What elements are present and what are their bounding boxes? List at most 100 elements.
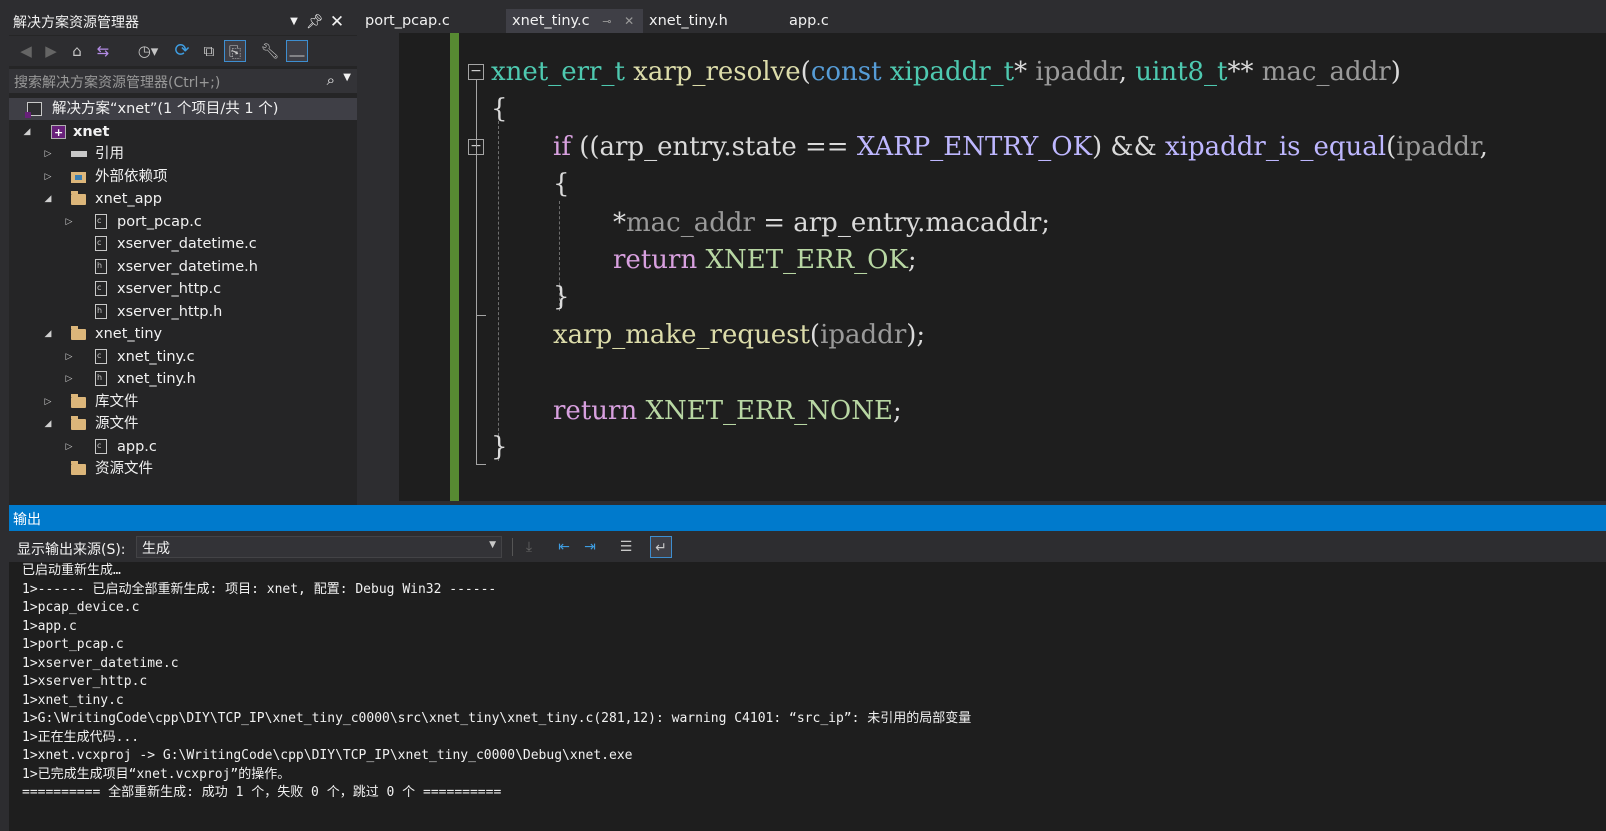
expanded-arrow-icon[interactable]: ◢: [42, 413, 54, 435]
output-line: ========== 全部重新生成: 成功 1 个，失败 0 个，跳过 0 个 …: [22, 785, 502, 800]
go-to-message-icon[interactable]: ⤓: [518, 536, 540, 558]
clear-all-icon[interactable]: ☰: [615, 536, 637, 558]
tree-folder-source-files[interactable]: ◢ 源文件: [9, 413, 357, 435]
code-token: *: [613, 208, 626, 238]
output-line: 1>app.c: [22, 618, 77, 634]
code-token: return: [553, 396, 638, 426]
tree-label: xserver_datetime.c: [117, 236, 257, 252]
tree-label: 外部依赖项: [95, 169, 168, 185]
output-text-area[interactable]: 已启动重新生成… 1>------ 已启动全部重新生成: 项目: xnet, 配…: [9, 562, 1606, 831]
tab-xnet-tiny-c[interactable]: xnet_tiny.c ⊸ ✕: [506, 9, 643, 33]
tree-file-xserver-datetime-h[interactable]: xserver_datetime.h: [9, 256, 357, 278]
word-wrap-icon[interactable]: ↵: [650, 536, 672, 558]
code-token: XARP_ENTRY_OK: [856, 132, 1093, 162]
tree-file-xserver-http-c[interactable]: xserver_http.c: [9, 278, 357, 300]
preview-icon[interactable]: ⎼: [286, 40, 308, 62]
tree-label: xnet_tiny.h: [117, 371, 196, 387]
previous-message-icon[interactable]: ⇤: [553, 536, 575, 558]
expanded-arrow-icon[interactable]: ◢: [42, 323, 54, 345]
external-dependencies-icon: [71, 172, 86, 183]
tab-label: app.c: [789, 13, 829, 29]
code-editor[interactable]: − − xnet_err_t xarp_resolve(const xipadd…: [357, 33, 1606, 501]
code-token: ipaddr: [1035, 57, 1119, 87]
tree-file-xserver-datetime-c[interactable]: xserver_datetime.c: [9, 233, 357, 255]
tree-folder-xnet-tiny[interactable]: ◢ xnet_tiny: [9, 323, 357, 345]
collapsed-arrow-icon[interactable]: ▷: [63, 346, 75, 368]
tab-label: xnet_tiny.c: [512, 13, 590, 29]
expanded-arrow-icon[interactable]: ◢: [21, 121, 33, 143]
tree-file-xnet-tiny-h[interactable]: ▷ xnet_tiny.h: [9, 368, 357, 390]
folder-icon: [71, 461, 86, 475]
output-line: 1>正在生成代码...: [22, 729, 140, 745]
properties-icon[interactable]: 🔧︎: [259, 40, 281, 62]
tree-references[interactable]: ▷ 引用: [9, 143, 357, 165]
collapsed-arrow-icon[interactable]: ▷: [63, 368, 75, 390]
home-icon[interactable]: ⌂: [66, 40, 88, 62]
tree-file-xserver-http-h[interactable]: xserver_http.h: [9, 301, 357, 323]
folder-icon: [71, 416, 86, 430]
tree-project-xnet[interactable]: ◢ xnet: [9, 121, 357, 144]
collapsed-arrow-icon[interactable]: ▷: [42, 166, 54, 188]
folder-icon: [71, 326, 86, 340]
code-line-5: *mac_addr = arp_entry.macaddr;: [613, 206, 1050, 240]
tab-app-c[interactable]: app.c: [782, 9, 882, 33]
collapsed-arrow-icon[interactable]: ▷: [63, 211, 75, 233]
output-line: 1>xnet_tiny.c: [22, 692, 124, 708]
code-token: {: [553, 169, 570, 199]
collapse-region-icon[interactable]: −: [468, 64, 484, 80]
tree-folder-resource-files[interactable]: 资源文件: [9, 458, 357, 480]
code-token: return: [613, 245, 698, 275]
dropdown-icon[interactable]: ▼: [285, 12, 303, 32]
tree-file-app-c[interactable]: ▷ app.c: [9, 436, 357, 458]
collapsed-arrow-icon[interactable]: ▷: [63, 436, 75, 458]
tree-folder-lib-files[interactable]: ▷ 库文件: [9, 391, 357, 413]
pin-tab-icon[interactable]: ⊸: [602, 15, 611, 28]
back-icon[interactable]: ◀: [15, 40, 37, 62]
forward-icon[interactable]: ▶: [40, 40, 62, 62]
indent-guide: [498, 121, 499, 461]
code-token: (: [800, 57, 811, 87]
next-message-icon[interactable]: ⇥: [579, 536, 601, 558]
tree-external-deps[interactable]: ▷ 外部依赖项: [9, 166, 357, 188]
tree-file-xnet-tiny-c[interactable]: ▷ xnet_tiny.c: [9, 346, 357, 368]
collapsed-arrow-icon[interactable]: ▷: [42, 391, 54, 413]
pending-changes-icon[interactable]: ◷▾: [131, 40, 165, 62]
tab-xnet-tiny-h[interactable]: xnet_tiny.h: [644, 9, 779, 33]
code-line-11: }: [491, 430, 508, 464]
tree-file-port-pcap-c[interactable]: ▷ port_pcap.c: [9, 211, 357, 233]
code-token: XNET_ERR_OK: [705, 245, 908, 275]
tree-label: 引用: [95, 146, 124, 162]
fold-line-end: [476, 464, 486, 465]
code-token: ,: [1118, 57, 1127, 87]
c-file-icon: [95, 439, 107, 454]
tree-solution[interactable]: 解决方案“xnet”(1 个项目/共 1 个): [9, 98, 357, 120]
code-token: ipaddr: [1396, 132, 1480, 162]
show-all-files-icon[interactable]: ⎘: [224, 40, 246, 62]
output-line: 1>已完成生成项目“xnet.vcxproj”的操作。: [22, 766, 291, 782]
sync-icon[interactable]: ⟳: [171, 40, 193, 62]
search-icon[interactable]: ⌕: [327, 71, 335, 89]
output-source-value: 生成: [142, 541, 170, 557]
collapse-all-icon[interactable]: ⧉: [198, 40, 220, 62]
code-line-4: {: [553, 167, 570, 201]
expanded-arrow-icon[interactable]: ◢: [42, 188, 54, 210]
tab-port-pcap-c[interactable]: port_pcap.c: [357, 9, 505, 33]
code-token: XNET_ERR_NONE: [645, 396, 893, 426]
output-panel-header[interactable]: 输出: [9, 505, 1606, 531]
close-icon[interactable]: ✕: [328, 12, 346, 32]
solution-search-box[interactable]: 搜索解决方案资源管理器(Ctrl+;) ⌕ ▼: [9, 69, 357, 93]
code-token: ;: [907, 245, 917, 275]
code-token: );: [906, 320, 926, 350]
tree-label: 库文件: [95, 394, 139, 410]
search-placeholder: 搜索解决方案资源管理器(Ctrl+;): [14, 75, 221, 91]
pin-icon[interactable]: 📌︎: [306, 12, 324, 32]
close-tab-icon[interactable]: ✕: [624, 14, 634, 28]
search-options-dropdown-icon[interactable]: ▼: [343, 72, 351, 83]
tree-folder-xnet-app[interactable]: ◢ xnet_app: [9, 188, 357, 210]
code-token: {: [491, 94, 508, 124]
code-token: }: [553, 282, 570, 312]
switch-views-icon[interactable]: ⇆: [92, 40, 114, 62]
collapsed-arrow-icon[interactable]: ▷: [42, 143, 54, 165]
output-source-select[interactable]: 生成 ▼: [136, 536, 502, 558]
code-line-6: return XNET_ERR_OK;: [613, 243, 917, 277]
